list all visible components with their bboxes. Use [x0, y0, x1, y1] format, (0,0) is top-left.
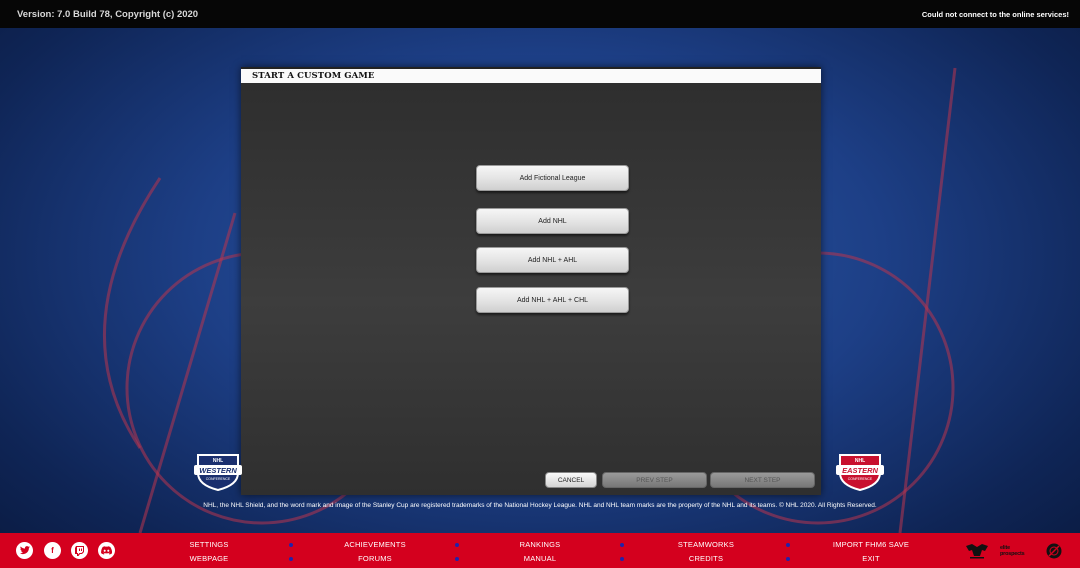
add-nhl-button[interactable]: Add NHL — [476, 208, 629, 234]
forums-link[interactable]: FORUMS — [325, 554, 425, 563]
twitch-icon[interactable] — [71, 542, 88, 559]
nav-separator — [289, 557, 293, 561]
add-fictional-league-button[interactable]: Add Fictional League — [476, 165, 629, 191]
custom-game-dialog: START A CUSTOM GAME Add Fictional League… — [241, 67, 821, 495]
elite-prospects-text: elite prospects — [1000, 545, 1025, 557]
eastern-logo-conference: CONFERENCE — [848, 477, 873, 481]
top-bar: Version: 7.0 Build 78, Copyright (c) 202… — [0, 0, 1080, 28]
steamworks-link[interactable]: STEAMWORKS — [656, 540, 756, 549]
western-logo-conference: CONFERENCE — [206, 477, 231, 481]
import-fhm6-save-link[interactable]: IMPORT FHM6 SAVE — [806, 540, 936, 549]
eastern-logo-nhl: NHL — [855, 458, 865, 464]
dialog-title: START A CUSTOM GAME — [252, 71, 375, 81]
nhlpa-logo[interactable] — [1045, 542, 1063, 560]
dialog-header: START A CUSTOM GAME — [241, 67, 821, 83]
add-nhl-ahl-button[interactable]: Add NHL + AHL — [476, 247, 629, 273]
webpage-link[interactable]: WEBPAGE — [159, 554, 259, 563]
next-step-button[interactable]: NEXT STEP — [710, 472, 815, 488]
connection-status: Could not connect to the online services… — [921, 9, 1069, 19]
achievements-link[interactable]: ACHIEVEMENTS — [325, 540, 425, 549]
elite-prospects-logo[interactable]: elite prospects — [1000, 542, 1034, 560]
twitter-icon[interactable] — [16, 542, 33, 559]
rankings-link[interactable]: RANKINGS — [490, 540, 590, 549]
nav-separator — [455, 557, 459, 561]
ootp-developers-logo[interactable] — [964, 542, 990, 560]
western-logo-name: WESTERN — [199, 466, 237, 475]
nav-separator — [289, 543, 293, 547]
facebook-icon[interactable]: f — [44, 542, 61, 559]
nav-separator — [620, 543, 624, 547]
western-logo-nhl: NHL — [213, 458, 223, 464]
nav-separator — [786, 557, 790, 561]
nav-separator — [620, 557, 624, 561]
prev-step-button[interactable]: PREV STEP — [602, 472, 707, 488]
exit-link[interactable]: EXIT — [806, 554, 936, 563]
nav-separator — [455, 543, 459, 547]
cancel-button[interactable]: CANCEL — [545, 472, 597, 488]
eastern-logo-name: EASTERN — [842, 466, 878, 475]
legal-notice: NHL, the NHL Shield, and the word mark a… — [203, 502, 877, 509]
eastern-conference-logo: NHL EASTERN CONFERENCE — [836, 454, 884, 491]
settings-link[interactable]: SETTINGS — [159, 540, 259, 549]
nav-separator — [786, 543, 790, 547]
western-conference-logo: NHL WESTERN CONFERENCE — [194, 454, 242, 491]
discord-icon[interactable] — [98, 542, 115, 559]
version-text: Version: 7.0 Build 78, Copyright (c) 202… — [17, 8, 199, 20]
credits-link[interactable]: CREDITS — [656, 554, 756, 563]
manual-link[interactable]: MANUAL — [490, 554, 590, 563]
add-nhl-ahl-chl-button[interactable]: Add NHL + AHL + CHL — [476, 287, 629, 313]
footer-bar: f SETTINGS ACHIEVEMENTS RANKINGS STEAMWO… — [0, 533, 1080, 568]
